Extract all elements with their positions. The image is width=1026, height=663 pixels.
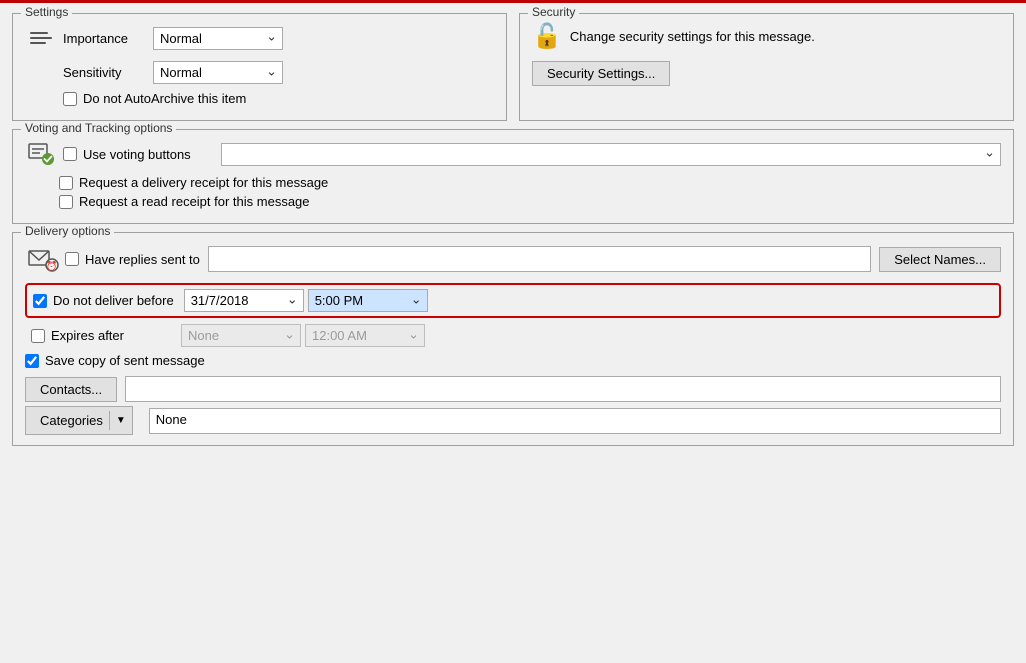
deliver-time-wrapper: 5:00 PM — [308, 289, 428, 312]
expires-time-wrapper: 12:00 AM — [305, 324, 425, 347]
importance-label: Importance — [63, 31, 153, 46]
expires-date-wrapper: None — [181, 324, 301, 347]
expires-after-label: Expires after — [51, 328, 171, 343]
delivery-section: Delivery options ⏰ Have replies sent to … — [12, 232, 1014, 446]
security-section: Security 🔓 Change security settings for … — [519, 13, 1014, 121]
autoarchive-checkbox[interactable] — [63, 92, 77, 106]
save-copy-label: Save copy of sent message — [45, 353, 205, 368]
save-copy-checkbox[interactable] — [25, 354, 39, 368]
expires-date-select[interactable]: None — [181, 324, 301, 347]
voting-svg-icon — [27, 140, 55, 168]
do-not-deliver-checkbox[interactable] — [33, 294, 47, 308]
voting-buttons-select[interactable] — [221, 143, 1001, 166]
use-voting-checkbox[interactable] — [63, 147, 77, 161]
settings-section: Settings Importance Low Normal High — [12, 13, 507, 121]
deliver-date-wrapper: 31/7/2018 — [184, 289, 304, 312]
deliver-date-select[interactable]: 31/7/2018 — [184, 289, 304, 312]
sensitivity-row: Sensitivity Normal Personal Private Conf… — [25, 61, 494, 84]
read-receipt-checkbox[interactable] — [59, 195, 73, 209]
read-receipt-label: Request a read receipt for this message — [79, 194, 310, 209]
categories-button[interactable]: Categories ▼ — [25, 406, 133, 435]
have-replies-input[interactable] — [208, 246, 871, 272]
select-names-button[interactable]: Select Names... — [879, 247, 1001, 272]
do-not-deliver-row: Do not deliver before 31/7/2018 5:00 PM — [25, 283, 1001, 318]
voting-section: Voting and Tracking options Use voting b… — [12, 129, 1014, 224]
lines-icon — [30, 32, 52, 44]
expires-after-checkbox[interactable] — [31, 329, 45, 343]
save-copy-row: Save copy of sent message — [25, 353, 1001, 368]
sensitivity-select[interactable]: Normal Personal Private Confidential — [153, 61, 283, 84]
contacts-button-wrapper: Contacts... — [25, 377, 117, 402]
contacts-button[interactable]: Contacts... — [25, 377, 117, 402]
main-container: Settings Importance Low Normal High — [0, 0, 1026, 663]
top-sections: Settings Importance Low Normal High — [12, 13, 1014, 121]
settings-section-label: Settings — [21, 5, 72, 19]
importance-select[interactable]: Low Normal High — [153, 27, 283, 50]
have-replies-checkbox[interactable] — [65, 252, 79, 266]
deliver-time-select[interactable]: 5:00 PM — [308, 289, 428, 312]
contacts-row: Contacts... — [25, 376, 1001, 402]
have-replies-label: Have replies sent to — [85, 252, 200, 267]
security-button-wrapper: Security Settings... — [532, 61, 1001, 86]
voting-section-label: Voting and Tracking options — [21, 121, 176, 135]
voting-buttons-select-wrapper — [221, 143, 1001, 166]
autoarchive-label: Do not AutoArchive this item — [83, 91, 246, 106]
security-settings-button[interactable]: Security Settings... — [532, 61, 670, 86]
voting-buttons-row: Use voting buttons — [25, 138, 1001, 170]
delivery-icon: ⏰ — [25, 241, 61, 277]
categories-dropdown-arrow[interactable]: ▼ — [109, 411, 132, 430]
lock-icon: 🔓 — [532, 22, 562, 51]
importance-select-wrapper: Low Normal High — [153, 27, 283, 50]
categories-row: Categories ▼ None — [25, 406, 1001, 435]
sensitivity-select-wrapper: Normal Personal Private Confidential — [153, 61, 283, 84]
security-description: Change security settings for this messag… — [570, 29, 815, 44]
contacts-input[interactable] — [125, 376, 1001, 402]
do-not-deliver-label: Do not deliver before — [53, 293, 174, 308]
categories-value: None — [149, 408, 1001, 434]
delivery-section-label: Delivery options — [21, 224, 114, 238]
delivery-receipt-label: Request a delivery receipt for this mess… — [79, 175, 328, 190]
icon-line-1 — [30, 32, 48, 34]
sensitivity-label: Sensitivity — [63, 65, 153, 80]
read-receipt-row: Request a read receipt for this message — [25, 194, 1001, 209]
icon-line-2 — [30, 37, 52, 39]
svg-text:⏰: ⏰ — [46, 260, 57, 271]
expires-time-select[interactable]: 12:00 AM — [305, 324, 425, 347]
security-section-label: Security — [528, 5, 579, 19]
categories-button-wrapper: Categories ▼ — [25, 406, 141, 435]
use-voting-label: Use voting buttons — [83, 147, 213, 162]
voting-icon — [25, 138, 57, 170]
delivery-receipt-row: Request a delivery receipt for this mess… — [25, 175, 1001, 190]
settings-icon — [25, 22, 57, 54]
security-top: 🔓 Change security settings for this mess… — [532, 22, 1001, 51]
delivery-receipt-checkbox[interactable] — [59, 176, 73, 190]
autoarchive-row: Do not AutoArchive this item — [25, 91, 494, 106]
expires-after-row: Expires after None 12:00 AM — [25, 324, 1001, 347]
categories-label: Categories — [40, 413, 103, 428]
delivery-svg-icon: ⏰ — [27, 243, 59, 275]
importance-row: Importance Low Normal High — [25, 22, 494, 54]
icon-line-3 — [30, 42, 46, 44]
have-replies-row: ⏰ Have replies sent to Select Names... — [25, 241, 1001, 277]
